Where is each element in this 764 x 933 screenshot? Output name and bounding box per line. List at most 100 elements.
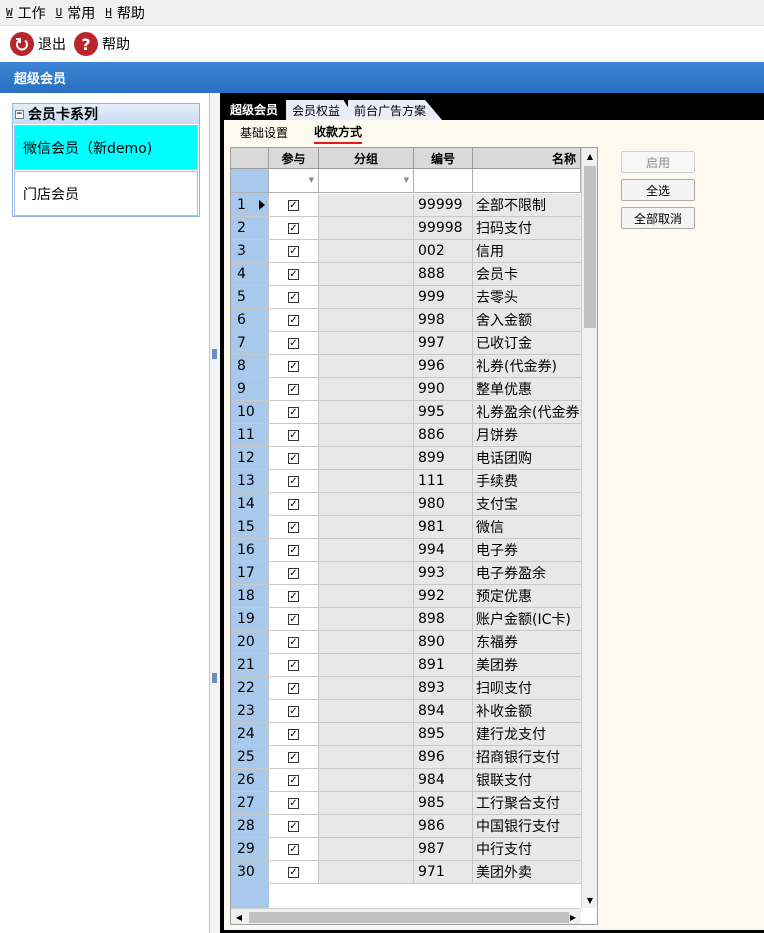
participate-checkbox[interactable]: ✓ — [288, 383, 299, 395]
table-row[interactable]: 16 ✓ 994 电子券 — [231, 539, 581, 562]
group-cell[interactable] — [319, 194, 414, 216]
name-cell[interactable]: 电话团购 — [473, 447, 581, 469]
code-cell[interactable]: 996 — [414, 355, 473, 377]
participate-cell[interactable]: ✓ — [269, 700, 319, 722]
table-row[interactable]: 11 ✓ 886 月饼券 — [231, 424, 581, 447]
name-cell[interactable]: 整单优惠 — [473, 378, 581, 400]
vertical-scroll-thumb[interactable] — [584, 166, 596, 328]
participate-checkbox[interactable]: ✓ — [288, 429, 299, 441]
participate-cell[interactable]: ✓ — [269, 470, 319, 492]
filter-participate[interactable]: ▼ — [269, 169, 319, 193]
menu-work[interactable]: W 工作 — [6, 3, 46, 23]
name-cell[interactable]: 美团券 — [473, 654, 581, 676]
table-row[interactable]: 19 ✓ 898 账户金额(IC卡) — [231, 608, 581, 631]
participate-checkbox[interactable]: ✓ — [288, 866, 299, 878]
name-cell[interactable]: 礼券盈余(代金券 — [473, 401, 581, 423]
group-cell[interactable] — [319, 378, 414, 400]
participate-cell[interactable]: ✓ — [269, 332, 319, 354]
participate-cell[interactable]: ✓ — [269, 861, 319, 883]
code-cell[interactable]: 99999 — [414, 194, 473, 216]
participate-cell[interactable]: ✓ — [269, 746, 319, 768]
code-cell[interactable]: 002 — [414, 240, 473, 262]
group-cell[interactable] — [319, 493, 414, 515]
participate-checkbox[interactable]: ✓ — [288, 682, 299, 694]
code-cell[interactable]: 994 — [414, 539, 473, 561]
participate-checkbox[interactable]: ✓ — [288, 475, 299, 487]
participate-checkbox[interactable]: ✓ — [288, 659, 299, 671]
table-row[interactable]: 4 ✓ 888 会员卡 — [231, 263, 581, 286]
table-row[interactable]: 24 ✓ 895 建行龙支付 — [231, 723, 581, 746]
table-row[interactable]: 1 ✓ 99999 全部不限制 — [231, 194, 581, 217]
code-cell[interactable]: 985 — [414, 792, 473, 814]
tab-super-member[interactable]: 超级会员 — [224, 98, 295, 120]
group-cell[interactable] — [319, 516, 414, 538]
scroll-left-icon[interactable]: ◀ — [231, 909, 247, 924]
participate-cell[interactable]: ✓ — [269, 493, 319, 515]
participate-checkbox[interactable]: ✓ — [288, 636, 299, 648]
participate-checkbox[interactable]: ✓ — [288, 544, 299, 556]
name-cell[interactable]: 支付宝 — [473, 493, 581, 515]
participate-checkbox[interactable]: ✓ — [288, 337, 299, 349]
collapse-icon[interactable]: − — [15, 109, 24, 119]
participate-cell[interactable]: ✓ — [269, 838, 319, 860]
code-cell[interactable]: 992 — [414, 585, 473, 607]
scroll-up-icon[interactable]: ▲ — [582, 148, 597, 164]
filter-name[interactable] — [473, 169, 581, 193]
participate-checkbox[interactable]: ✓ — [288, 291, 299, 303]
filter-dropdown-icon[interactable]: ▼ — [309, 176, 314, 184]
name-cell[interactable]: 中行支付 — [473, 838, 581, 860]
participate-checkbox[interactable]: ✓ — [288, 521, 299, 533]
code-cell[interactable]: 998 — [414, 309, 473, 331]
name-cell[interactable]: 电子券 — [473, 539, 581, 561]
group-cell[interactable] — [319, 746, 414, 768]
code-cell[interactable]: 899 — [414, 447, 473, 469]
participate-checkbox[interactable]: ✓ — [288, 728, 299, 740]
participate-checkbox[interactable]: ✓ — [288, 705, 299, 717]
name-cell[interactable]: 东福券 — [473, 631, 581, 653]
participate-checkbox[interactable]: ✓ — [288, 590, 299, 602]
name-cell[interactable]: 信用 — [473, 240, 581, 262]
participate-checkbox[interactable]: ✓ — [288, 820, 299, 832]
table-row[interactable]: 18 ✓ 992 预定优惠 — [231, 585, 581, 608]
participate-cell[interactable]: ✓ — [269, 309, 319, 331]
horizontal-scroll-thumb[interactable] — [249, 912, 569, 923]
col-header-participate[interactable]: 参与 — [269, 148, 319, 169]
splitter-down-icon[interactable] — [212, 673, 217, 683]
code-cell[interactable]: 888 — [414, 263, 473, 285]
participate-checkbox[interactable]: ✓ — [288, 406, 299, 418]
col-header-code[interactable]: 编号 — [414, 148, 473, 169]
table-row[interactable]: 27 ✓ 985 工行聚合支付 — [231, 792, 581, 815]
vertical-scrollbar[interactable]: ▲ ▼ — [581, 148, 597, 908]
card-store-member[interactable]: 门店会员 — [14, 171, 198, 216]
table-row[interactable]: 3 ✓ 002 信用 — [231, 240, 581, 263]
participate-checkbox[interactable]: ✓ — [288, 613, 299, 625]
table-row[interactable]: 12 ✓ 899 电话团购 — [231, 447, 581, 470]
table-row[interactable]: 13 ✓ 111 手续费 — [231, 470, 581, 493]
code-cell[interactable]: 986 — [414, 815, 473, 837]
participate-checkbox[interactable]: ✓ — [288, 843, 299, 855]
group-cell[interactable] — [319, 562, 414, 584]
splitter-up-icon[interactable] — [212, 349, 217, 359]
group-cell[interactable] — [319, 700, 414, 722]
name-cell[interactable]: 补收金额 — [473, 700, 581, 722]
select-all-button[interactable]: 全选 — [621, 179, 695, 201]
subtab-basic-settings[interactable]: 基础设置 — [240, 124, 288, 143]
participate-cell[interactable]: ✓ — [269, 792, 319, 814]
participate-cell[interactable]: ✓ — [269, 516, 319, 538]
name-cell[interactable]: 礼券(代金券) — [473, 355, 581, 377]
deselect-all-button[interactable]: 全部取消 — [621, 207, 695, 229]
filter-group[interactable]: ▼ — [319, 169, 414, 193]
table-row[interactable]: 9 ✓ 990 整单优惠 — [231, 378, 581, 401]
code-cell[interactable]: 971 — [414, 861, 473, 883]
name-cell[interactable]: 舍入金额 — [473, 309, 581, 331]
name-cell[interactable]: 全部不限制 — [473, 194, 581, 216]
group-cell[interactable] — [319, 677, 414, 699]
participate-cell[interactable]: ✓ — [269, 447, 319, 469]
code-cell[interactable]: 886 — [414, 424, 473, 446]
table-row[interactable]: 28 ✓ 986 中国银行支付 — [231, 815, 581, 838]
card-series-header[interactable]: − 会员卡系列 — [13, 104, 199, 124]
name-cell[interactable]: 微信 — [473, 516, 581, 538]
name-cell[interactable]: 会员卡 — [473, 263, 581, 285]
scroll-right-icon[interactable]: ▶ — [565, 909, 581, 924]
participate-cell[interactable]: ✓ — [269, 355, 319, 377]
